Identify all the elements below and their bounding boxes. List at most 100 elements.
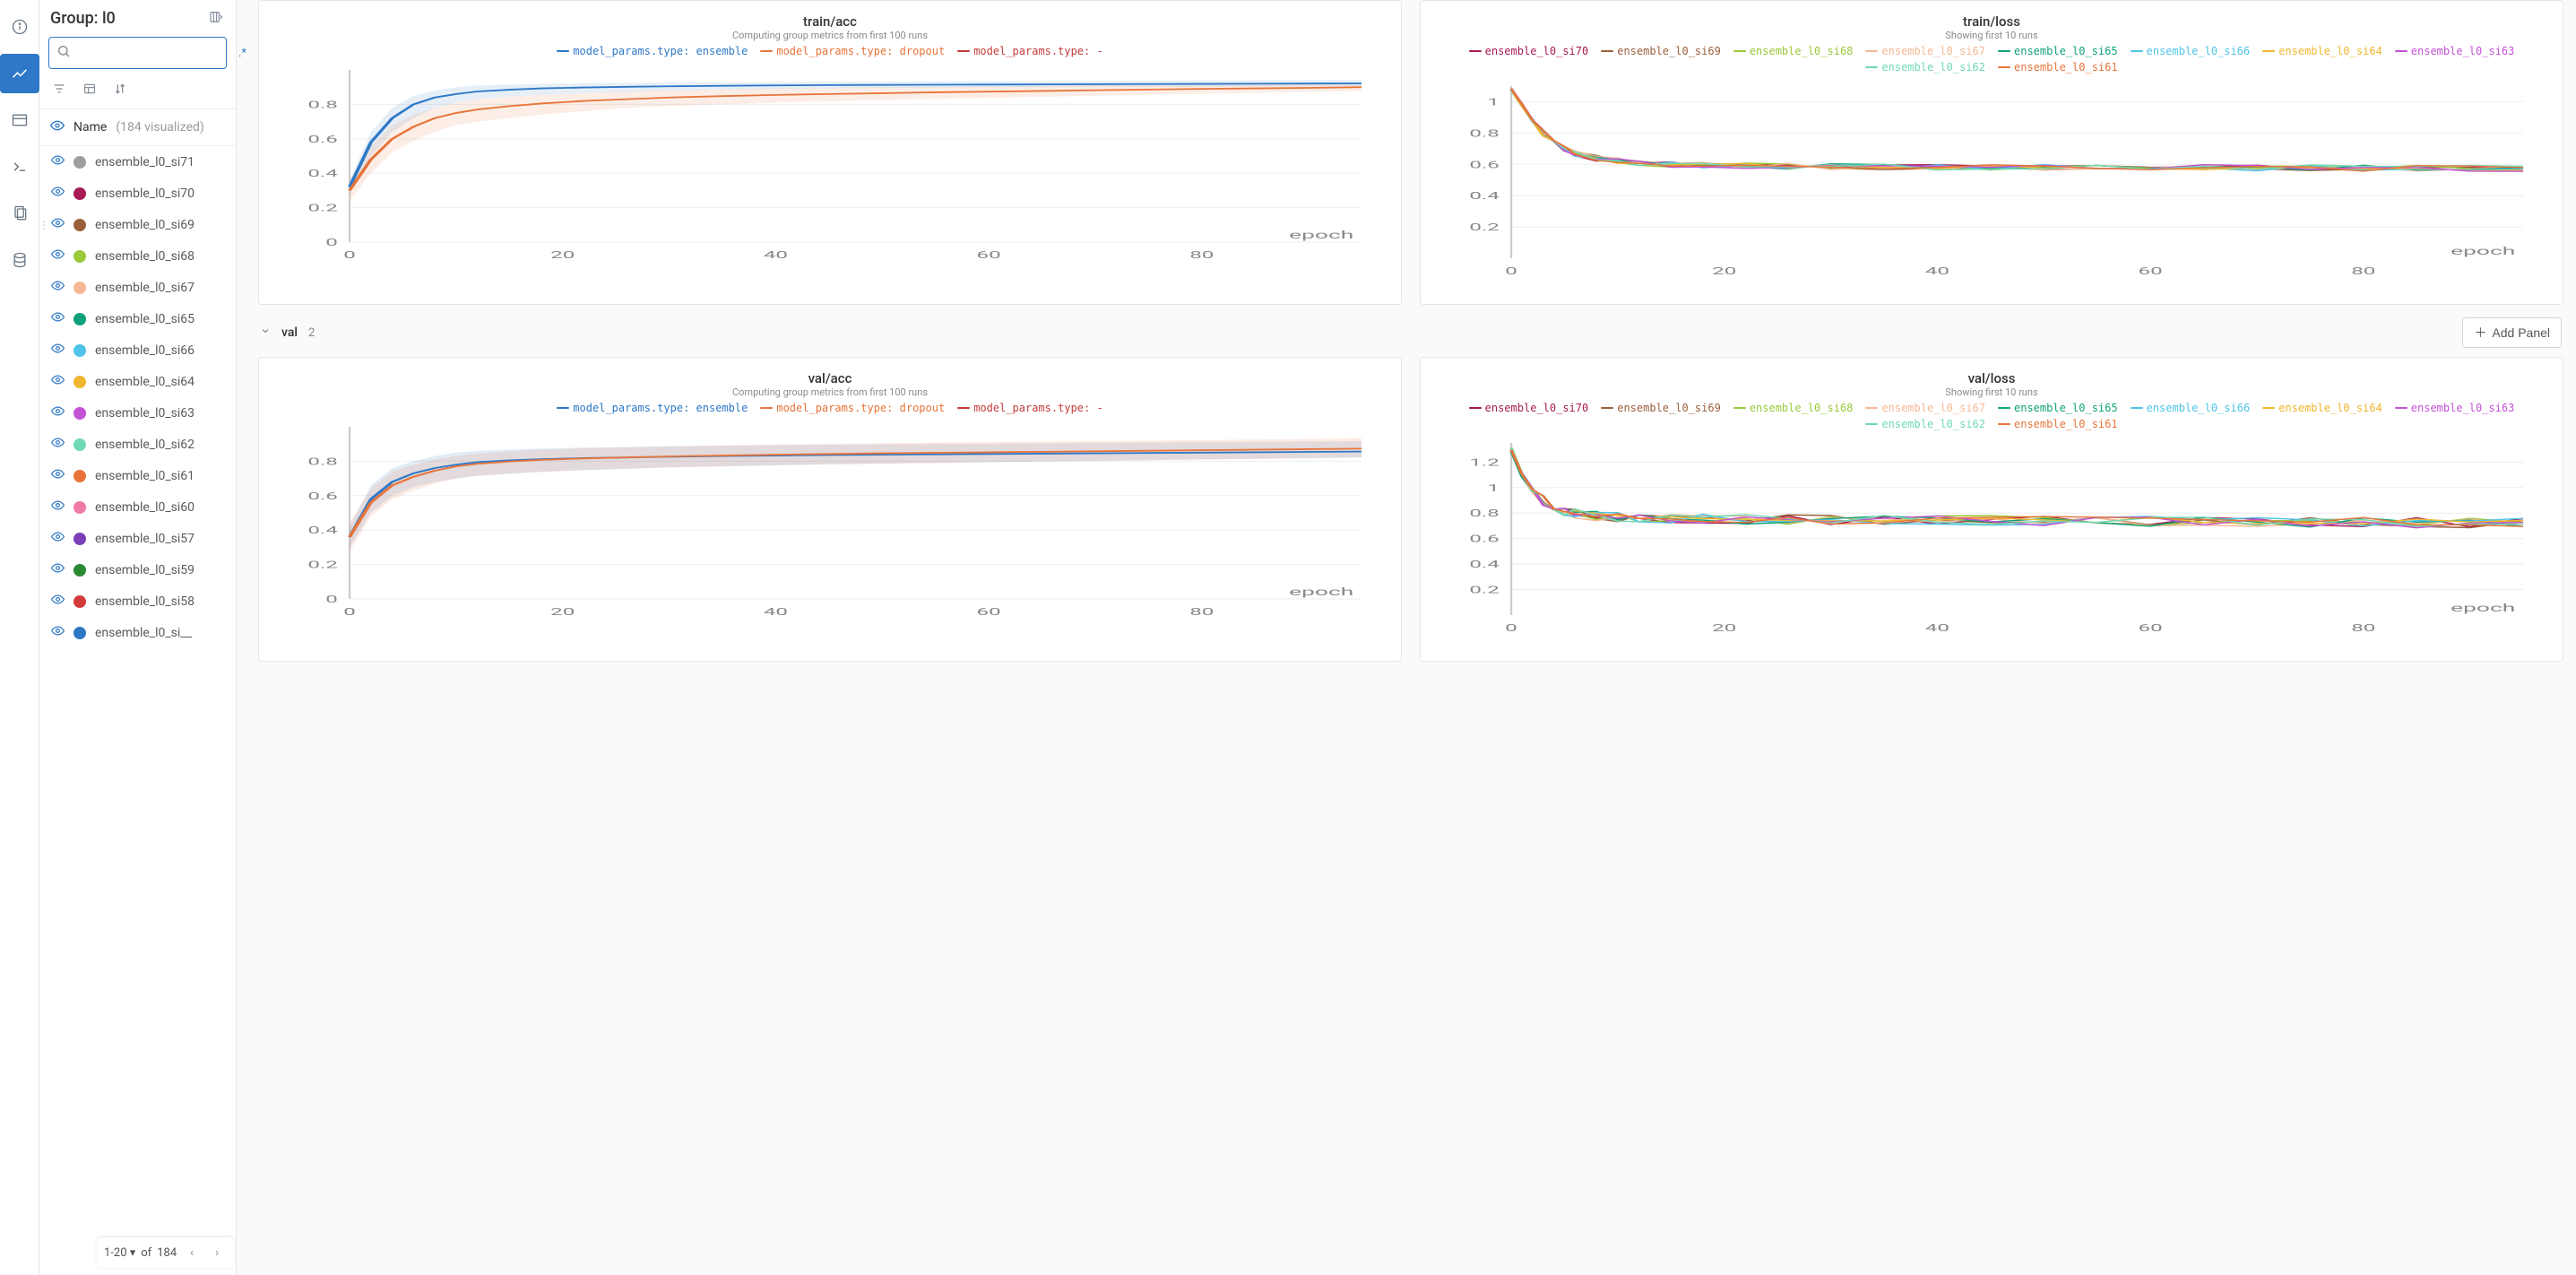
drag-handle-icon[interactable]: ⋮ <box>39 219 49 231</box>
visibility-icon[interactable] <box>50 247 65 265</box>
run-row[interactable]: ⋮ ensemble_l0_si63 <box>39 397 236 429</box>
pager-range[interactable]: 1-20 ▾ <box>104 1246 135 1260</box>
run-name: ensemble_l0_si69 <box>95 218 194 232</box>
svg-text:80: 80 <box>2351 265 2375 277</box>
run-color-dot <box>73 282 86 294</box>
svg-text:0.8: 0.8 <box>307 455 338 467</box>
run-color-dot <box>73 344 86 357</box>
visibility-icon[interactable] <box>50 404 65 421</box>
run-row[interactable]: ⋮ ensemble_l0_si59 <box>39 554 236 585</box>
svg-text:60: 60 <box>977 606 1001 618</box>
visibility-all-icon[interactable] <box>50 118 65 136</box>
chart-subtitle: Showing first 10 runs <box>1440 30 2543 41</box>
run-name: ensemble_l0_si70 <box>95 186 194 201</box>
workspace-charts-icon[interactable] <box>0 54 39 93</box>
visibility-icon[interactable] <box>50 624 65 641</box>
sort-icon[interactable] <box>113 82 127 100</box>
legend-item[interactable]: ensemble_l0_si68 <box>1733 45 1854 57</box>
database-icon[interactable] <box>0 240 39 280</box>
visibility-icon[interactable] <box>50 342 65 359</box>
group-icon[interactable] <box>82 82 97 100</box>
legend-item[interactable]: ensemble_l0_si67 <box>1865 402 1985 414</box>
legend-item[interactable]: ensemble_l0_si69 <box>1601 45 1721 57</box>
legend-item[interactable]: ensemble_l0_si66 <box>2131 45 2251 57</box>
legend-item[interactable]: ensemble_l0_si65 <box>1998 402 2118 414</box>
pager-prev[interactable]: ‹ <box>182 1243 202 1262</box>
visibility-icon[interactable] <box>50 279 65 296</box>
legend-item[interactable]: ensemble_l0_si62 <box>1865 418 1985 430</box>
visibility-icon[interactable] <box>50 216 65 233</box>
terminal-icon[interactable] <box>0 147 39 186</box>
visibility-icon[interactable] <box>50 499 65 516</box>
legend-item[interactable]: ensemble_l0_si63 <box>2395 402 2515 414</box>
pager-next[interactable]: › <box>207 1243 227 1262</box>
run-row[interactable]: ⋮ ensemble_l0_si65 <box>39 303 236 334</box>
table-icon[interactable] <box>0 100 39 140</box>
panel-val-loss[interactable]: val/lossShowing first 10 runs ensemble_l0… <box>1420 357 2563 662</box>
legend-item[interactable]: model_params.type: dropout <box>760 402 945 414</box>
files-icon[interactable] <box>0 194 39 233</box>
legend-item[interactable]: model_params.type: ensemble <box>557 45 748 57</box>
section-toggle-icon[interactable] <box>260 325 271 340</box>
panel-train-acc[interactable]: train/accComputing group metrics from fi… <box>258 0 1402 305</box>
svg-text:0.4: 0.4 <box>1469 559 1500 570</box>
section-title-val: val <box>281 325 298 340</box>
icon-rail <box>0 0 39 1275</box>
legend-item[interactable]: ensemble_l0_si70 <box>1469 45 1589 57</box>
search-input[interactable]: .* <box>48 37 227 69</box>
legend-item[interactable]: ensemble_l0_si66 <box>2131 402 2251 414</box>
visibility-icon[interactable] <box>50 530 65 547</box>
legend-item[interactable]: ensemble_l0_si61 <box>1998 61 2118 74</box>
run-row[interactable]: ⋮ ensemble_l0_si66 <box>39 334 236 366</box>
legend-item[interactable]: ensemble_l0_si65 <box>1998 45 2118 57</box>
legend-item[interactable]: ensemble_l0_si63 <box>2395 45 2515 57</box>
legend-item[interactable]: ensemble_l0_si67 <box>1865 45 1985 57</box>
chart-title: val/loss <box>1440 370 2543 386</box>
run-row[interactable]: ⋮ ensemble_l0_si71 <box>39 146 236 178</box>
svg-text:1: 1 <box>1487 482 1500 494</box>
run-row[interactable]: ⋮ ensemble_l0_si70 <box>39 178 236 209</box>
legend-item[interactable]: ensemble_l0_si62 <box>1865 61 1985 74</box>
add-panel-button[interactable]: ＋ Add Panel <box>2462 317 2562 348</box>
visibility-icon[interactable] <box>50 561 65 578</box>
panel-val-acc[interactable]: val/accComputing group metrics from firs… <box>258 357 1402 662</box>
legend-item[interactable]: model_params.type: - <box>957 402 1103 414</box>
run-row[interactable]: ⋮ ensemble_l0_si62 <box>39 429 236 460</box>
run-row[interactable]: ⋮ ensemble_l0_si64 <box>39 366 236 397</box>
visibility-icon[interactable] <box>50 467 65 484</box>
run-row[interactable]: ⋮ ensemble_l0_si69 <box>39 209 236 240</box>
columns-icon[interactable] <box>207 10 225 28</box>
visibility-icon[interactable] <box>50 373 65 390</box>
legend-item[interactable]: ensemble_l0_si69 <box>1601 402 1721 414</box>
visibility-icon[interactable] <box>50 310 65 327</box>
visibility-icon[interactable] <box>50 593 65 610</box>
svg-text:40: 40 <box>764 606 788 618</box>
legend-item[interactable]: ensemble_l0_si70 <box>1469 402 1589 414</box>
run-row[interactable]: ⋮ ensemble_l0_si68 <box>39 240 236 272</box>
run-row[interactable]: ⋮ ensemble_l0_si67 <box>39 272 236 303</box>
run-row[interactable]: ⋮ ensemble_l0_si60 <box>39 491 236 523</box>
svg-text:40: 40 <box>1925 622 1949 634</box>
run-row[interactable]: ⋮ ensemble_l0_si__ <box>39 617 236 648</box>
run-row[interactable]: ⋮ ensemble_l0_si61 <box>39 460 236 491</box>
svg-text:epoch: epoch <box>1289 229 1353 241</box>
legend-item[interactable]: ensemble_l0_si68 <box>1733 402 1854 414</box>
list-header[interactable]: Name (184 visualized) <box>39 109 236 146</box>
legend-item[interactable]: model_params.type: ensemble <box>557 402 748 414</box>
panel-train-loss[interactable]: train/lossShowing first 10 runsensemble_… <box>1420 0 2563 305</box>
filter-icon[interactable] <box>52 82 66 100</box>
visibility-icon[interactable] <box>50 436 65 453</box>
run-color-dot <box>73 250 86 263</box>
chart-subtitle: Showing first 10 runs <box>1440 386 2543 398</box>
legend-item[interactable]: ensemble_l0_si64 <box>2262 45 2382 57</box>
legend-item[interactable]: ensemble_l0_si64 <box>2262 402 2382 414</box>
legend-item[interactable]: model_params.type: dropout <box>760 45 945 57</box>
run-row[interactable]: ⋮ ensemble_l0_si58 <box>39 585 236 617</box>
run-row[interactable]: ⋮ ensemble_l0_si57 <box>39 523 236 554</box>
visibility-icon[interactable] <box>50 153 65 170</box>
legend-item[interactable]: model_params.type: - <box>957 45 1103 57</box>
run-list[interactable]: ⋮ ensemble_l0_si71 ⋮ ensemble_l0_si70 ⋮ … <box>39 146 236 1275</box>
info-icon[interactable] <box>0 7 39 47</box>
visibility-icon[interactable] <box>50 185 65 202</box>
legend-item[interactable]: ensemble_l0_si61 <box>1998 418 2118 430</box>
